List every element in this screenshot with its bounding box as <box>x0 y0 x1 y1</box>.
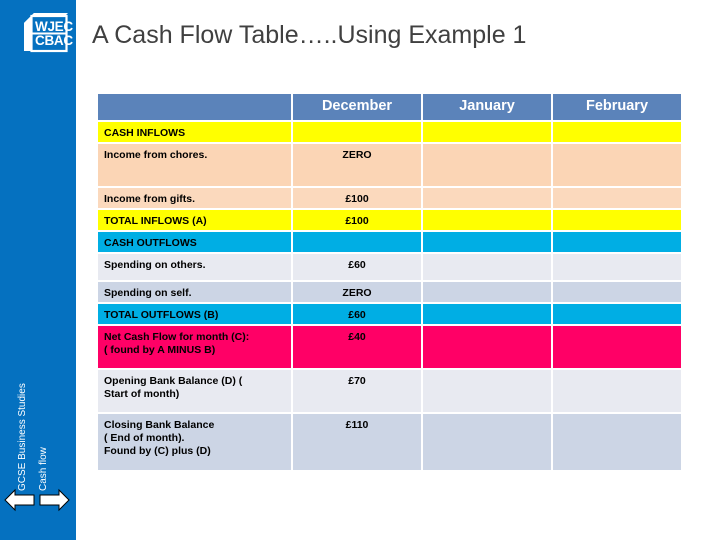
table-header-row: December January February <box>98 94 681 120</box>
sidebar-topic-label: Cash flow <box>38 447 49 491</box>
cell-january <box>423 144 551 186</box>
row-label-cell: Closing Bank Balance( End of month). Foun… <box>98 414 291 470</box>
cell-january <box>423 370 551 412</box>
table-row: TOTAL OUTFLOWS (B) £60 <box>98 304 681 324</box>
row-label-cell: Spending on self. <box>98 282 291 302</box>
wjec-cbac-logo: WJEC CBAC <box>22 10 76 54</box>
cell-january <box>423 232 551 252</box>
table-row: TOTAL INFLOWS (A) £100 <box>98 210 681 230</box>
cell-december <box>293 122 421 142</box>
table-row: Opening Bank Balance (D) (Start of month… <box>98 370 681 412</box>
row-label-cell: Net Cash Flow for month (C):( found by A… <box>98 326 291 368</box>
previous-slide-arrow-icon <box>4 488 35 512</box>
cell-february <box>553 326 681 368</box>
cell-december: £70 <box>293 370 421 412</box>
table-row: Spending on self. ZERO <box>98 282 681 302</box>
cell-february <box>553 232 681 252</box>
cell-february <box>553 304 681 324</box>
column-header-blank <box>98 94 291 120</box>
table-row: Net Cash Flow for month (C):( found by A… <box>98 326 681 368</box>
table-row: Income from chores. ZERO <box>98 144 681 186</box>
row-label-cell: Income from chores. <box>98 144 291 186</box>
sidebar-course-label: GCSE Business Studies <box>17 383 28 491</box>
row-label-cell: Opening Bank Balance (D) (Start of month… <box>98 370 291 412</box>
cell-january <box>423 254 551 280</box>
cell-february <box>553 370 681 412</box>
cell-february <box>553 282 681 302</box>
cell-december: £40 <box>293 326 421 368</box>
table-row: CASH INFLOWS <box>98 122 681 142</box>
cell-february <box>553 144 681 186</box>
column-header-january: January <box>423 94 551 120</box>
column-header-february: February <box>553 94 681 120</box>
table-row: Closing Bank Balance( End of month). Foun… <box>98 414 681 470</box>
logo-text-wjec: WJEC <box>35 19 73 34</box>
table-row: Income from gifts. £100 <box>98 188 681 208</box>
cell-december: £100 <box>293 210 421 230</box>
row-label-cell: CASH INFLOWS <box>98 122 291 142</box>
cell-february <box>553 254 681 280</box>
row-label-cell: TOTAL INFLOWS (A) <box>98 210 291 230</box>
cell-january <box>423 414 551 470</box>
cell-december: £60 <box>293 304 421 324</box>
cell-february <box>553 188 681 208</box>
cell-december: ZERO <box>293 282 421 302</box>
cell-january <box>423 188 551 208</box>
row-label-cell: TOTAL OUTFLOWS (B) <box>98 304 291 324</box>
table-row: CASH OUTFLOWS <box>98 232 681 252</box>
logo-text-cbac: CBAC <box>35 33 73 48</box>
cash-flow-table: December January February CASH INFLOWS Incom… <box>96 92 683 472</box>
left-sidebar: WJEC CBAC GCSE Business Studies Cash flo… <box>0 0 76 540</box>
cell-february <box>553 414 681 470</box>
row-label-cell: CASH OUTFLOWS <box>98 232 291 252</box>
row-label-cell: Income from gifts. <box>98 188 291 208</box>
cell-december <box>293 232 421 252</box>
cell-january <box>423 282 551 302</box>
cell-december: £100 <box>293 188 421 208</box>
cell-january <box>423 122 551 142</box>
slide-navigation[interactable] <box>4 487 70 513</box>
slide-title: A Cash Flow Table…..Using Example 1 <box>92 21 527 49</box>
cell-january <box>423 326 551 368</box>
cell-december: ZERO <box>293 144 421 186</box>
table-row: Spending on others. £60 <box>98 254 681 280</box>
column-header-december: December <box>293 94 421 120</box>
cell-february <box>553 122 681 142</box>
cell-december: £60 <box>293 254 421 280</box>
row-label-cell: Spending on others. <box>98 254 291 280</box>
cell-january <box>423 304 551 324</box>
cell-january <box>423 210 551 230</box>
cell-december: £110 <box>293 414 421 470</box>
next-slide-arrow-icon <box>39 488 70 512</box>
cell-february <box>553 210 681 230</box>
